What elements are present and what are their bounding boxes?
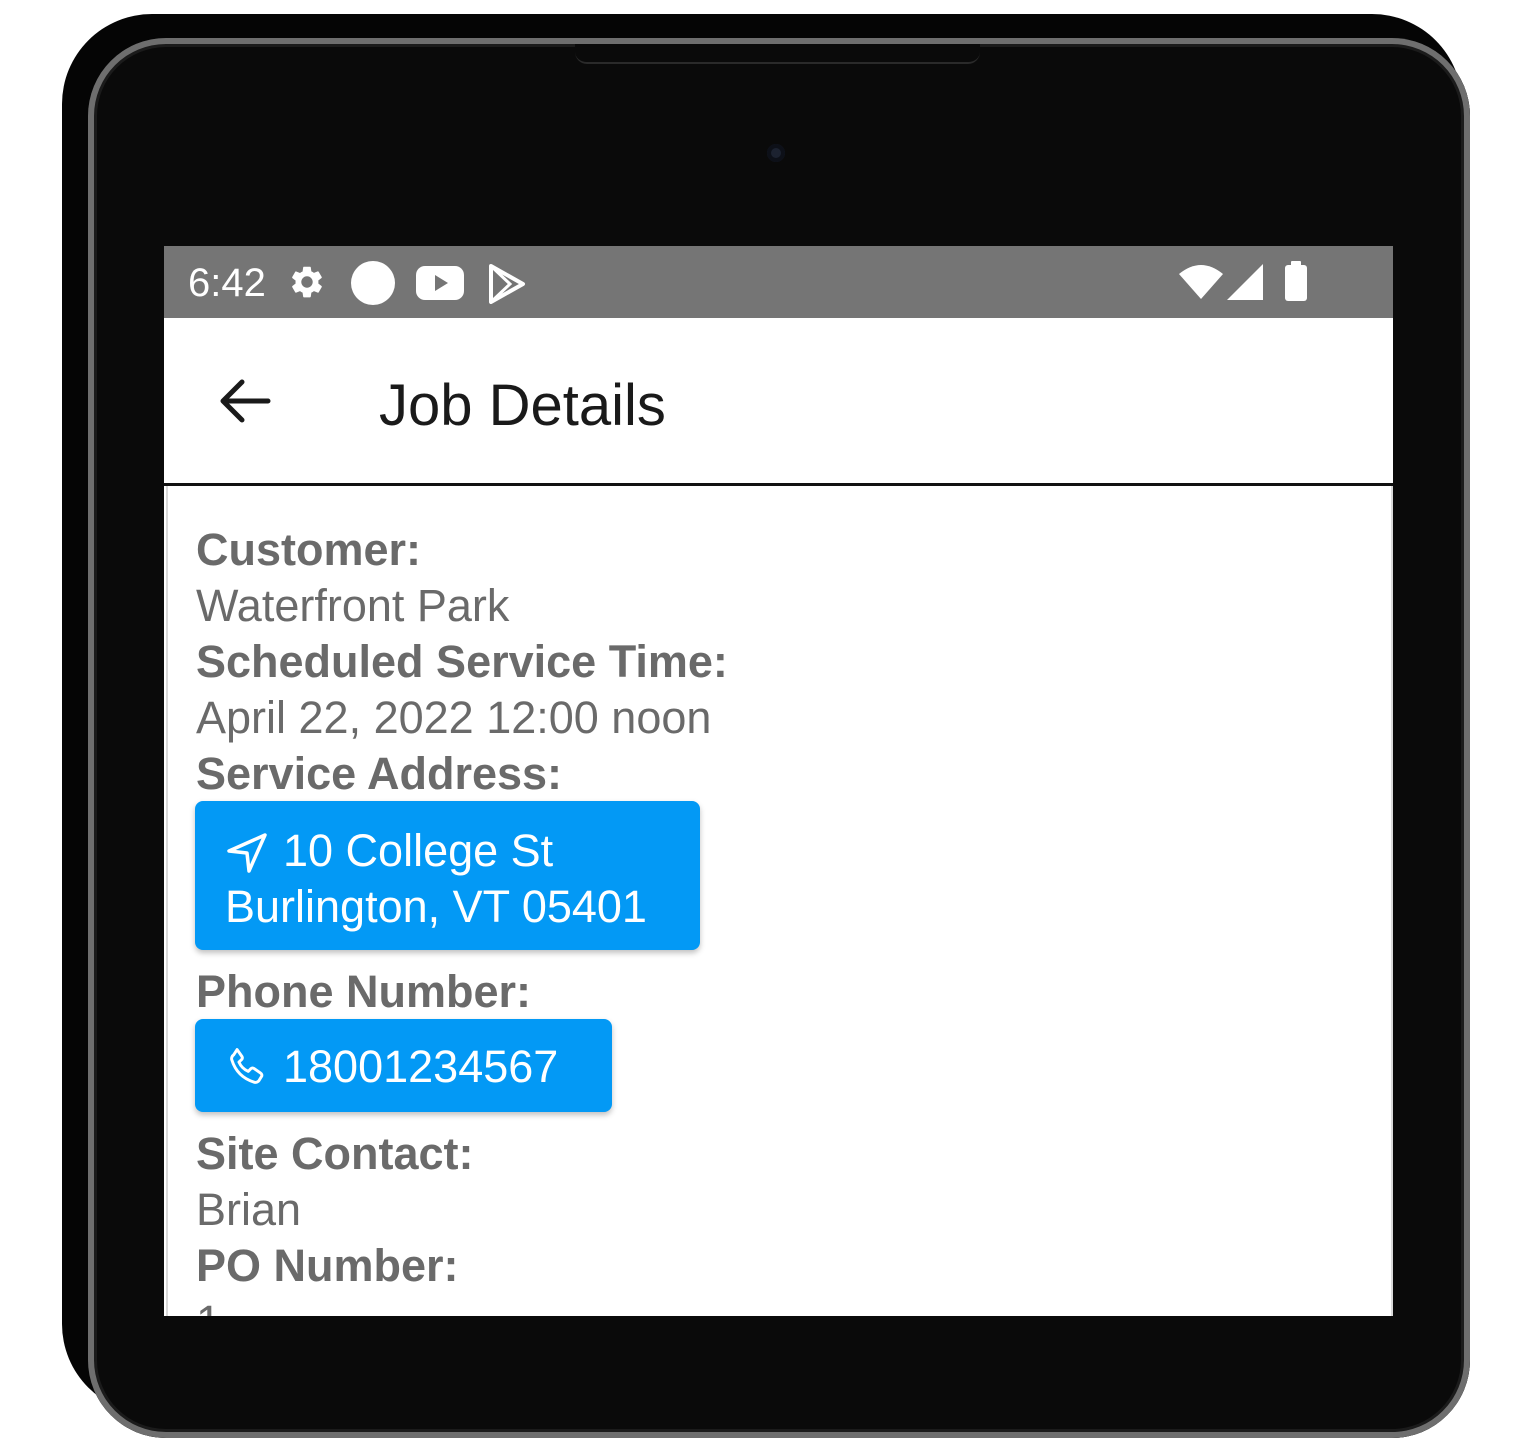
gear-icon <box>292 266 322 298</box>
front-camera <box>767 144 785 162</box>
arrow-left-icon <box>220 379 271 423</box>
po-number-value: 1 <box>196 1296 221 1316</box>
navigation-arrow-icon <box>227 833 267 873</box>
back-button[interactable] <box>216 376 274 426</box>
service-address-button[interactable]: 10 College St Burlington, VT 05401 <box>195 801 700 950</box>
service-address-label: Service Address: <box>196 748 563 799</box>
scheduled-time-value: April 22, 2022 12:00 noon <box>196 692 712 743</box>
device-screen: 6:42 Job Details Customer: Waterfront Pa… <box>164 246 1393 1316</box>
speaker-notch <box>575 44 980 64</box>
address-line-2: Burlington, VT 05401 <box>225 881 647 932</box>
youtube-icon <box>416 266 464 300</box>
app-bar: Job Details <box>164 318 1393 486</box>
phone-number-label: Phone Number: <box>196 966 532 1017</box>
circle-icon <box>351 261 395 305</box>
job-details-content: Customer: Waterfront Park Scheduled Serv… <box>166 486 1393 1316</box>
phone-number-button[interactable]: 18001234567 <box>195 1019 612 1112</box>
customer-label: Customer: <box>196 524 422 575</box>
wifi-icon <box>1179 265 1223 299</box>
status-time: 6:42 <box>188 261 266 305</box>
status-bar: 6:42 <box>164 246 1393 318</box>
scheduled-time-label: Scheduled Service Time: <box>196 636 728 687</box>
site-contact-value: Brian <box>196 1184 302 1235</box>
battery-icon <box>1285 261 1307 301</box>
site-contact-label: Site Contact: <box>196 1128 474 1179</box>
address-line-1: 10 College St <box>283 825 554 876</box>
play-store-icon <box>489 264 525 304</box>
phone-number-value: 18001234567 <box>283 1041 559 1092</box>
po-number-label: PO Number: <box>196 1240 459 1291</box>
cellular-signal-icon <box>1227 264 1263 300</box>
phone-icon <box>230 1048 264 1084</box>
page-title: Job Details <box>379 373 666 438</box>
customer-value: Waterfront Park <box>196 580 510 631</box>
